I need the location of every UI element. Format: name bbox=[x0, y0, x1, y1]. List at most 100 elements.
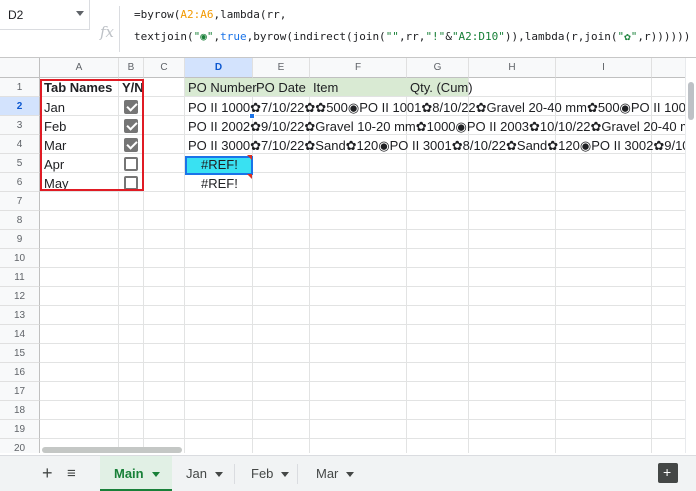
formula-token: ,byrow(indirect(join( bbox=[246, 30, 386, 43]
formula-token: ,lambda(rr, bbox=[213, 8, 287, 21]
spreadsheet-grid[interactable]: ABCDEFGHI 1 2 3 4 5 6 7 8 9 10 11 12 13 14 15 16 17 18 19 2… bbox=[0, 58, 685, 453]
tab-label: Jan bbox=[186, 466, 207, 481]
formula-token: true bbox=[220, 30, 247, 43]
formula-token: "" bbox=[385, 30, 399, 43]
column-header-a[interactable]: A bbox=[40, 58, 119, 78]
formula-token: "✿" bbox=[617, 30, 638, 43]
error-cell[interactable]: #REF! bbox=[198, 155, 238, 174]
sheet-tab-bar: + ≡ Main Jan Feb Mar bbox=[0, 455, 696, 491]
fill-handle[interactable] bbox=[249, 113, 255, 119]
row-header-3[interactable]: 3 bbox=[0, 116, 40, 135]
row-header-19[interactable]: 19 bbox=[0, 420, 40, 439]
function-icon: fx bbox=[92, 6, 120, 52]
column-header-d[interactable]: D bbox=[185, 58, 253, 78]
grid-hline bbox=[40, 362, 685, 363]
column-header-b[interactable]: B bbox=[119, 58, 144, 78]
tab-main[interactable]: Main bbox=[100, 456, 172, 491]
row-header-11[interactable]: 11 bbox=[0, 268, 40, 287]
formula-token: =byrow( bbox=[134, 8, 181, 21]
column-header-e[interactable]: E bbox=[253, 58, 310, 78]
row-header-7[interactable]: 7 bbox=[0, 192, 40, 211]
row-header-8[interactable]: 8 bbox=[0, 211, 40, 230]
item-header: Item bbox=[313, 80, 339, 95]
tab-label: Main bbox=[114, 466, 144, 481]
chevron-down-icon[interactable] bbox=[76, 11, 84, 16]
row-header-9[interactable]: 9 bbox=[0, 230, 40, 249]
grid-hline bbox=[40, 305, 685, 306]
grid-hline bbox=[40, 324, 685, 325]
horizontal-scroll-thumb[interactable] bbox=[42, 447, 182, 453]
add-sheet-button[interactable]: + bbox=[42, 464, 53, 482]
chevron-down-icon[interactable] bbox=[151, 472, 160, 478]
grid-hline bbox=[40, 343, 685, 344]
name-box-value: D2 bbox=[8, 8, 24, 22]
formula-token: ,rr, bbox=[398, 30, 426, 43]
row-header-15[interactable]: 15 bbox=[0, 344, 40, 363]
formula-bar: D2 fx =byrow(A2:A6,lambda(rr, textjoin("… bbox=[0, 0, 696, 58]
grid-hline bbox=[40, 419, 685, 420]
formula-token: "!" bbox=[425, 30, 446, 43]
tab-label: Feb bbox=[251, 466, 274, 481]
grid-hline bbox=[40, 286, 685, 287]
row-header-20[interactable]: 20 bbox=[0, 439, 40, 453]
column-header-h[interactable]: H bbox=[469, 58, 556, 78]
grid-hline bbox=[40, 210, 685, 211]
grid-hline bbox=[40, 438, 685, 439]
error-cell[interactable]: #REF! bbox=[198, 174, 238, 193]
po-date-header: PO Date bbox=[256, 80, 306, 95]
grid-hline bbox=[40, 191, 685, 192]
row-header-16[interactable]: 16 bbox=[0, 363, 40, 382]
formula-token: & bbox=[445, 30, 452, 43]
formula-token: ◉ bbox=[200, 30, 207, 43]
error-indicator-icon bbox=[247, 174, 252, 179]
name-box[interactable]: D2 bbox=[0, 0, 90, 30]
column-header-g[interactable]: G bbox=[407, 58, 469, 78]
grid-hline bbox=[40, 229, 685, 230]
column-header[interactable] bbox=[652, 58, 685, 78]
po-number-header: PO Number bbox=[188, 80, 257, 95]
formula-token: textjoin( bbox=[134, 30, 194, 43]
tab-mar[interactable]: Mar bbox=[298, 456, 360, 491]
formula-token: )),lambda(r,join( bbox=[504, 30, 618, 43]
column-header-i[interactable]: I bbox=[556, 58, 652, 78]
row-header-5[interactable]: 5 bbox=[0, 154, 40, 173]
row-header-14[interactable]: 14 bbox=[0, 325, 40, 344]
row-header-10[interactable]: 10 bbox=[0, 249, 40, 268]
grid-hline bbox=[40, 248, 685, 249]
chevron-down-icon[interactable] bbox=[346, 472, 355, 478]
formula-input-line-2[interactable]: textjoin("◉",true,byrow(indirect(join(""… bbox=[134, 30, 690, 43]
grid-hline bbox=[40, 400, 685, 401]
formula-input-line-1[interactable]: =byrow(A2:A6,lambda(rr, bbox=[134, 8, 286, 21]
row-header-6[interactable]: 6 bbox=[0, 173, 40, 192]
row-header-17[interactable]: 17 bbox=[0, 382, 40, 401]
tab-jan[interactable]: Jan bbox=[172, 456, 234, 491]
result-row[interactable]: PO II 1000✿7/10/22✿✿500◉PO II 1001✿8/10/… bbox=[185, 98, 685, 117]
result-row[interactable]: PO II 2002✿9/10/22✿Gravel 10-20 mm✿1000◉… bbox=[185, 117, 685, 136]
select-all-corner[interactable] bbox=[0, 58, 40, 78]
column-header-c[interactable]: C bbox=[144, 58, 185, 78]
row-header-13[interactable]: 13 bbox=[0, 306, 40, 325]
row-header-18[interactable]: 18 bbox=[0, 401, 40, 420]
horizontal-scrollbar[interactable] bbox=[40, 446, 685, 454]
qty-header: Qty. (Cum) bbox=[410, 80, 473, 95]
explore-icon[interactable] bbox=[658, 463, 678, 483]
result-row[interactable]: PO II 3000✿7/10/22✿Sand✿120◉PO II 3001✿8… bbox=[185, 136, 685, 155]
tab-label: Mar bbox=[316, 466, 339, 481]
all-sheets-button[interactable]: ≡ bbox=[67, 465, 76, 483]
highlight-box bbox=[40, 79, 144, 191]
vertical-scrollbar[interactable] bbox=[685, 58, 696, 453]
chevron-down-icon[interactable] bbox=[281, 472, 290, 478]
row-header-4[interactable]: 4 bbox=[0, 135, 40, 154]
row-header-12[interactable]: 12 bbox=[0, 287, 40, 306]
grid-hline bbox=[40, 381, 685, 382]
formula-token: ,r)))))) bbox=[637, 30, 691, 43]
column-header-f[interactable]: F bbox=[310, 58, 407, 78]
chevron-down-icon[interactable] bbox=[214, 472, 223, 478]
row-header-2[interactable]: 2 bbox=[0, 97, 40, 116]
tab-feb[interactable]: Feb bbox=[235, 456, 297, 491]
formula-token: A2:A6 bbox=[180, 8, 214, 21]
formula-token: "A2:D10" bbox=[451, 30, 505, 43]
error-indicator-icon bbox=[247, 155, 252, 160]
vertical-scroll-thumb[interactable] bbox=[688, 82, 694, 120]
row-header-1[interactable]: 1 bbox=[0, 78, 40, 97]
